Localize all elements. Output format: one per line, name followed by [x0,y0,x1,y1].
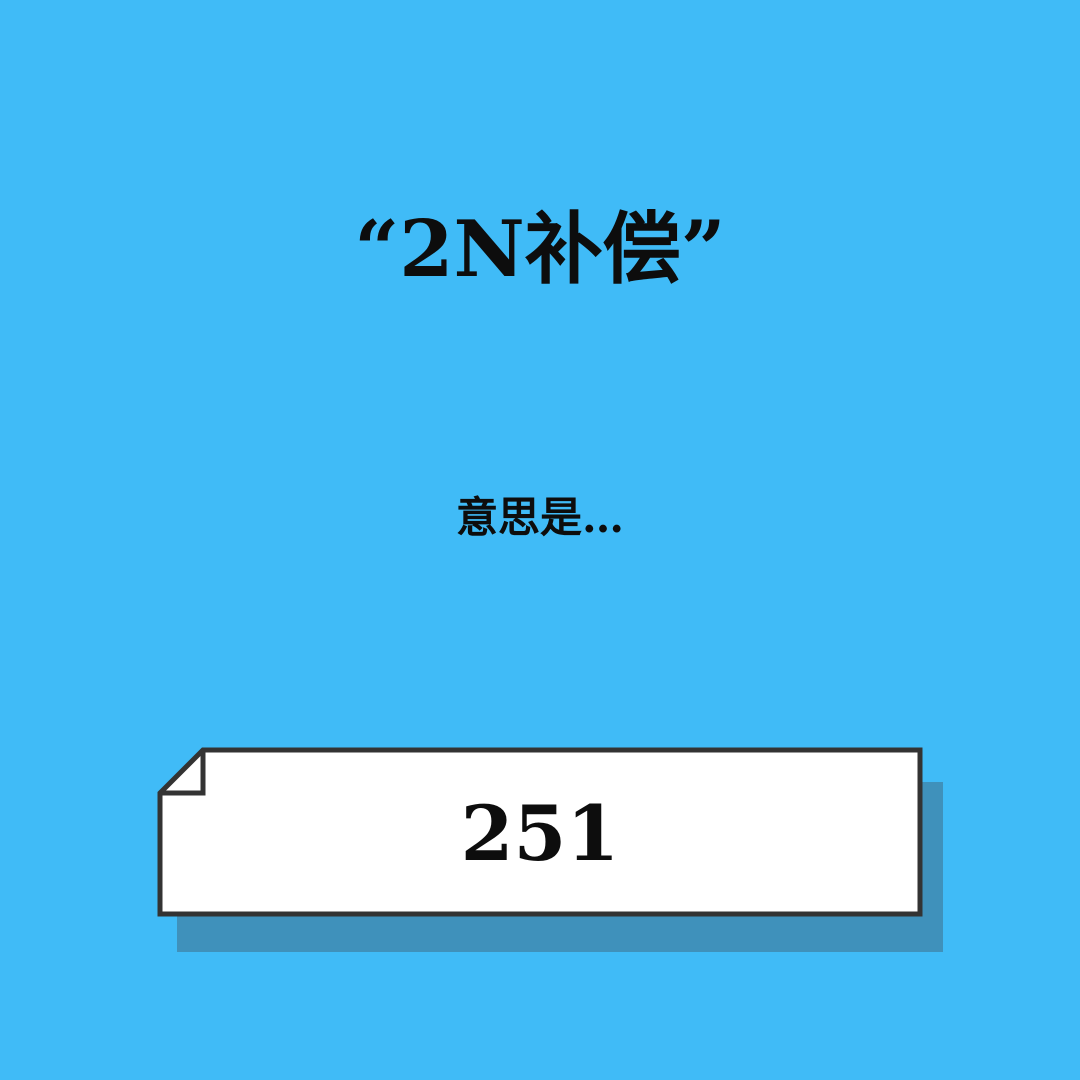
subtitle: 意思是… [455,493,624,542]
page-title: “2N补偿” [354,204,726,295]
answer-card: 251 [156,746,924,918]
card-value: 251 [460,789,620,878]
